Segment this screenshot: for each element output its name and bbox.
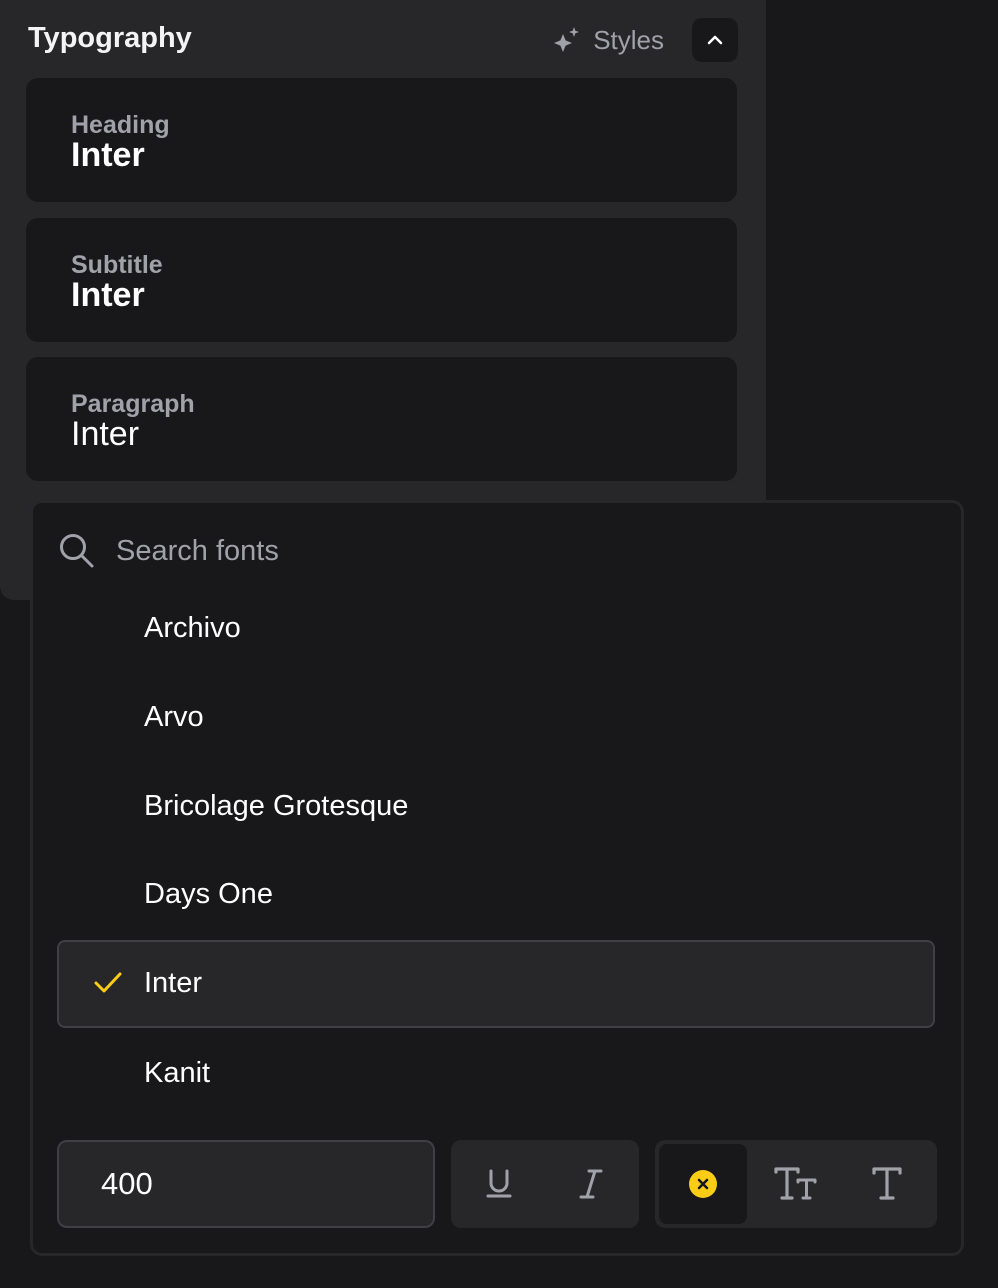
text-button[interactable] bbox=[843, 1144, 931, 1224]
collapse-button[interactable] bbox=[692, 18, 738, 62]
paragraph-font-value: Inter bbox=[71, 415, 140, 453]
font-option-bricolage-grotesque[interactable]: Bricolage Grotesque bbox=[57, 763, 935, 849]
font-option-label: Kanit bbox=[144, 1057, 211, 1089]
heading-font-value: Inter bbox=[71, 136, 145, 174]
italic-button[interactable] bbox=[547, 1144, 635, 1224]
clear-case-button[interactable] bbox=[659, 1144, 747, 1224]
underline-icon bbox=[486, 1169, 512, 1198]
font-weight-field[interactable]: 400 bbox=[57, 1140, 435, 1228]
underline-button[interactable] bbox=[455, 1144, 543, 1224]
font-option-kanit[interactable]: Kanit bbox=[57, 1030, 935, 1116]
text-size-button[interactable] bbox=[751, 1144, 839, 1224]
search-input[interactable] bbox=[114, 525, 936, 577]
decoration-group bbox=[451, 1140, 639, 1228]
font-search bbox=[58, 523, 936, 579]
font-style-toolbar: 400 bbox=[57, 1140, 937, 1228]
heading-font-card[interactable]: Heading Inter bbox=[26, 78, 737, 202]
font-option-archivo[interactable]: Archivo bbox=[57, 585, 935, 671]
sparkles-icon bbox=[554, 27, 580, 52]
font-option-label: Bricolage Grotesque bbox=[144, 790, 409, 822]
paragraph-font-card[interactable]: Paragraph Inter bbox=[26, 357, 737, 481]
font-option-label: Inter bbox=[144, 967, 203, 999]
font-dropdown: Archivo Arvo Bricolage Grotesque Days On… bbox=[30, 500, 964, 1256]
italic-icon bbox=[579, 1169, 603, 1199]
text-icon bbox=[872, 1167, 902, 1200]
clear-x-icon bbox=[689, 1170, 717, 1198]
panel-title: Typography bbox=[28, 22, 192, 54]
text-size-icon bbox=[774, 1167, 817, 1200]
font-option-label: Arvo bbox=[144, 701, 204, 733]
font-option-days-one[interactable]: Days One bbox=[57, 851, 935, 937]
styles-button[interactable]: Styles bbox=[551, 22, 664, 58]
panel-header: Typography Styles bbox=[28, 18, 738, 62]
search-icon bbox=[60, 534, 94, 568]
styles-label: Styles bbox=[593, 24, 664, 55]
chevron-up-icon bbox=[707, 35, 723, 45]
subtitle-font-card[interactable]: Subtitle Inter bbox=[26, 218, 737, 342]
font-option-label: Days One bbox=[144, 878, 273, 910]
font-option-label: Archivo bbox=[144, 612, 241, 644]
check-icon bbox=[94, 972, 122, 993]
subtitle-font-value: Inter bbox=[71, 276, 145, 314]
font-option-arvo[interactable]: Arvo bbox=[57, 674, 935, 760]
text-transform-group bbox=[655, 1140, 937, 1228]
font-option-inter[interactable]: Inter bbox=[57, 940, 935, 1028]
